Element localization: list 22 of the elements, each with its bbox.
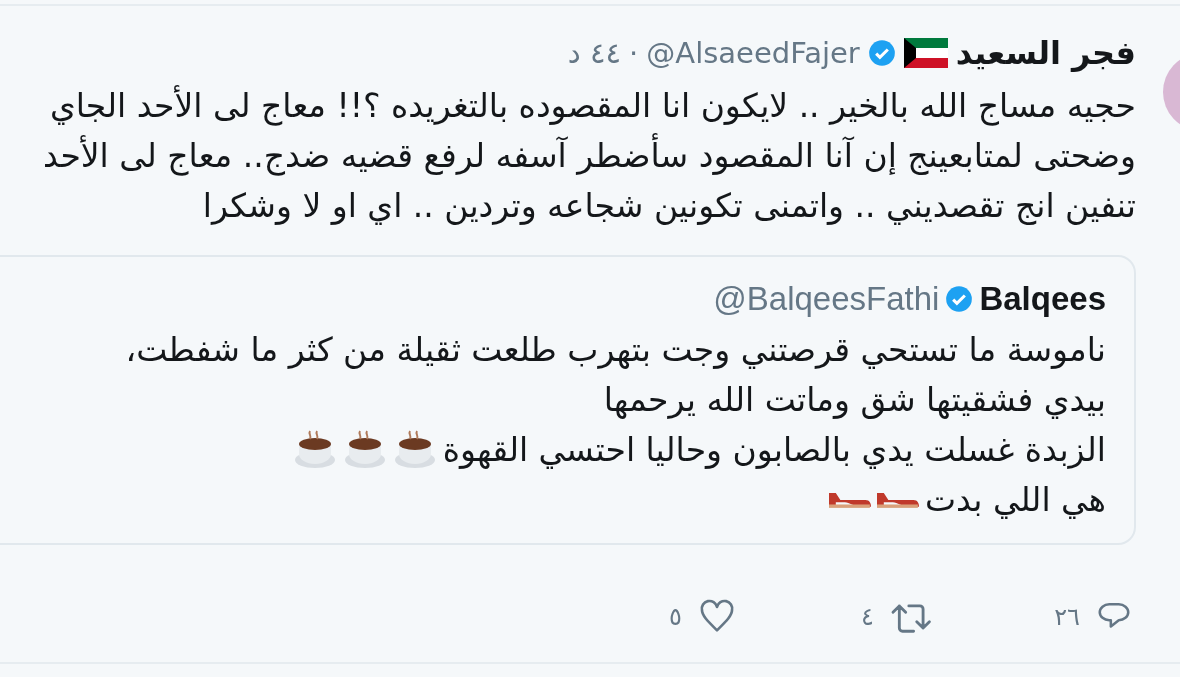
quoted-text-line: بيدي فشقيتها شق وماتت الله يرحمها: [603, 379, 1106, 421]
quoted-text-line: ناموسة ما تستحي قرصتني وجت بتهرب طلعت ثقيلة من كثر ما شفطت،: [125, 329, 1106, 371]
flag-icon: [903, 38, 948, 68]
tweet-time[interactable]: ٤٤ د: [567, 36, 622, 70]
tweet-text-line: حجيه مساج الله بالخير .. لايكون انا المقصوده بالتغريده ؟!! معاج لى الأحد الجاي: [48, 84, 1136, 128]
reply-count: ٢٦: [1054, 603, 1080, 631]
coffee-cup-icon: [392, 430, 437, 470]
quoted-text-line: الزبدة غسلت يدي بالصابون وحاليا احتسي القهوة: [442, 429, 1106, 471]
quoted-author-name: Balqees: [979, 280, 1106, 318]
like-count: ٥: [669, 603, 682, 631]
author-handle[interactable]: @AlsaeedFajer: [646, 36, 860, 70]
quoted-author-handle: @BalqeesFathi: [713, 280, 940, 318]
coffee-cup-icon: [342, 430, 387, 470]
retweet-count: ٤: [861, 603, 874, 631]
tweet-text-line: تنفين انج تقصديني .. واتمنى تكونين شجاعه وتردين .. اي او لا وشكرا: [201, 185, 1136, 227]
high-heel-icon: [828, 492, 871, 508]
author-name[interactable]: فجر السعيد: [955, 34, 1136, 72]
coffee-cup-icon: [292, 430, 337, 470]
quoted-text-line: هي اللي بدت: [924, 479, 1106, 521]
separator-dot: ·: [629, 36, 639, 70]
tweet-text-line: وضحتى لمتابعينج إن آنا المقصود سأضطر آسفه لرفع قضيه ضدج.. معاج لى الأحد: [43, 131, 1136, 181]
high-heel-icon: [876, 492, 919, 508]
